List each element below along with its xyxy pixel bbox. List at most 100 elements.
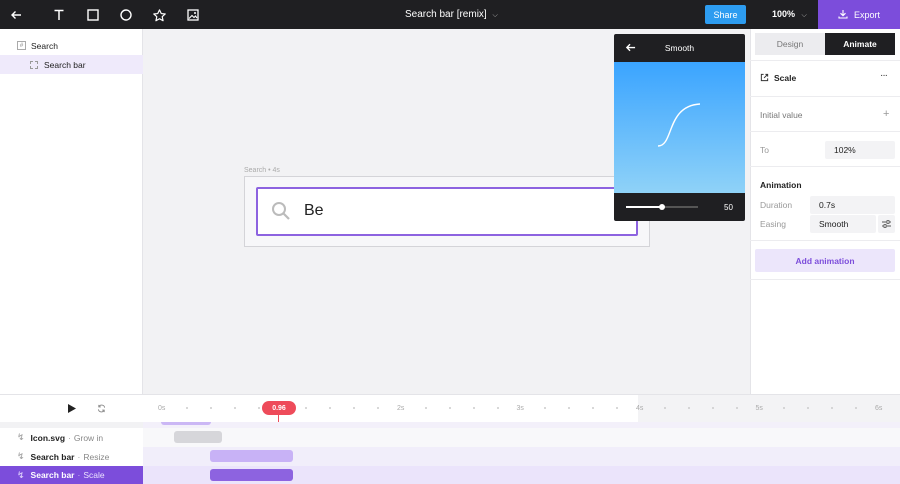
track-action: Resize bbox=[83, 451, 110, 462]
easing-panel-title: Smooth bbox=[664, 43, 695, 53]
search-icon bbox=[271, 201, 291, 223]
tick-dot bbox=[472, 407, 475, 409]
more-options-icon[interactable]: ··· bbox=[880, 70, 888, 81]
lightning-icon: ↯ bbox=[17, 451, 25, 461]
timeline-controls bbox=[0, 394, 143, 422]
layer-label: Search bbox=[31, 40, 58, 51]
easing-curve-preview bbox=[614, 62, 745, 193]
tick-dot bbox=[735, 407, 738, 409]
export-icon bbox=[838, 9, 848, 21]
tick-label: 2s bbox=[397, 405, 405, 412]
easing-curve bbox=[657, 103, 701, 147]
animation-bar[interactable] bbox=[210, 469, 293, 481]
zoom-value: 100% bbox=[772, 9, 796, 19]
add-animation-button[interactable]: Add animation bbox=[755, 249, 895, 272]
easing-label: Easing bbox=[760, 219, 786, 229]
add-initial-value-icon[interactable]: + bbox=[883, 108, 889, 120]
easing-panel: Smooth bbox=[614, 34, 745, 221]
easing-field[interactable]: Smooth bbox=[810, 215, 876, 233]
tick-dot bbox=[663, 407, 666, 409]
to-label: To bbox=[760, 145, 769, 155]
property-name: Scale bbox=[774, 73, 797, 83]
animation-bar[interactable] bbox=[210, 450, 293, 462]
back-arrow-icon[interactable] bbox=[8, 7, 24, 23]
chevron-down-icon: ⌵ bbox=[492, 12, 498, 19]
layers-panel: # Search Search bar bbox=[0, 29, 143, 394]
tick-dot bbox=[424, 407, 427, 409]
tick-dot bbox=[257, 407, 260, 409]
track-target: Search bar bbox=[30, 470, 75, 480]
divider bbox=[750, 60, 900, 61]
tick-dot bbox=[209, 407, 212, 409]
tick-dot bbox=[448, 407, 451, 409]
share-button[interactable]: Share bbox=[705, 5, 746, 24]
layer-label: Search bar bbox=[44, 59, 86, 70]
playhead[interactable]: 0.96 bbox=[262, 401, 296, 415]
tick-dot bbox=[185, 407, 188, 409]
text-tool-icon[interactable] bbox=[51, 7, 67, 23]
track-separator: · bbox=[68, 432, 71, 443]
track-separator: · bbox=[77, 470, 81, 480]
easing-slider-thumb[interactable] bbox=[659, 204, 665, 210]
tab-design[interactable]: Design bbox=[755, 33, 825, 55]
track-target: Icon.svg bbox=[30, 432, 66, 443]
rectangle-tool-icon[interactable] bbox=[85, 7, 101, 23]
export-label: Export bbox=[853, 9, 880, 20]
star-tool-icon[interactable] bbox=[151, 7, 167, 23]
zoom-dropdown[interactable]: 100% ⌵ bbox=[772, 9, 807, 20]
document-title-text: Search bar [remix] bbox=[405, 9, 487, 20]
layer-item-search[interactable]: # Search bbox=[0, 36, 143, 55]
image-tool-icon[interactable] bbox=[185, 7, 201, 23]
search-input-text[interactable]: Be bbox=[304, 202, 324, 220]
track-action: Grow in bbox=[73, 432, 104, 443]
divider bbox=[750, 96, 900, 97]
timeline-track bbox=[143, 447, 900, 466]
easing-slider[interactable] bbox=[626, 204, 698, 210]
tick-dot bbox=[711, 407, 714, 409]
timeline-track-label[interactable]: ↯ Icon.svg · Grow in bbox=[0, 428, 143, 447]
initial-value-label: Initial value bbox=[760, 110, 803, 120]
divider bbox=[750, 279, 900, 280]
track-action: Scale bbox=[83, 470, 105, 480]
to-value-field[interactable]: 102% bbox=[825, 141, 895, 159]
layer-item-search-bar[interactable]: Search bar bbox=[0, 55, 143, 74]
easing-value: 50 bbox=[724, 203, 733, 212]
export-button[interactable]: Export bbox=[818, 0, 900, 29]
chevron-down-icon: ⌵ bbox=[801, 12, 807, 19]
circle-tool-icon[interactable] bbox=[118, 7, 134, 23]
frame-icon: # bbox=[17, 41, 26, 50]
lightning-icon: ↯ bbox=[17, 469, 25, 480]
track-separator: · bbox=[77, 451, 81, 462]
timeline-track-label[interactable]: ↯ Search bar · Scale bbox=[0, 466, 143, 484]
tick-label: 6s bbox=[875, 405, 883, 412]
tick-label: 0s bbox=[158, 405, 166, 412]
divider bbox=[750, 240, 900, 241]
divider bbox=[750, 131, 900, 132]
tab-animate[interactable]: Animate bbox=[825, 33, 895, 55]
timeline-track-label[interactable]: ↯ Search bar · Resize bbox=[0, 447, 143, 466]
lightning-icon: ↯ bbox=[17, 432, 25, 442]
track-target: Search bar bbox=[30, 451, 75, 462]
play-icon[interactable] bbox=[68, 404, 76, 415]
link-out-icon bbox=[760, 73, 769, 84]
dashed-frame-icon bbox=[30, 60, 38, 69]
animation-heading: Animation bbox=[760, 180, 802, 190]
easing-slider-fill bbox=[626, 206, 662, 208]
tick-dot bbox=[687, 407, 690, 409]
timeline-track bbox=[143, 466, 900, 484]
timeline-track bbox=[143, 428, 900, 447]
frame-label: Search • 4s bbox=[244, 167, 280, 174]
tick-label: 5s bbox=[755, 405, 763, 412]
tick-label: 3s bbox=[516, 405, 524, 412]
animation-bar[interactable] bbox=[174, 431, 222, 443]
easing-settings-icon[interactable] bbox=[878, 215, 895, 233]
animation-bar[interactable] bbox=[161, 422, 211, 425]
loop-icon[interactable] bbox=[97, 404, 106, 415]
top-bar: Search bar [remix] ⌵ Share 100% ⌵ Export bbox=[0, 0, 900, 29]
duration-field[interactable]: 0.7s bbox=[810, 196, 895, 214]
tick-label: 4s bbox=[636, 405, 644, 412]
document-title[interactable]: Search bar [remix] ⌵ bbox=[405, 9, 498, 20]
divider bbox=[750, 166, 900, 167]
tick-dot bbox=[233, 407, 236, 409]
duration-label: Duration bbox=[760, 200, 793, 210]
